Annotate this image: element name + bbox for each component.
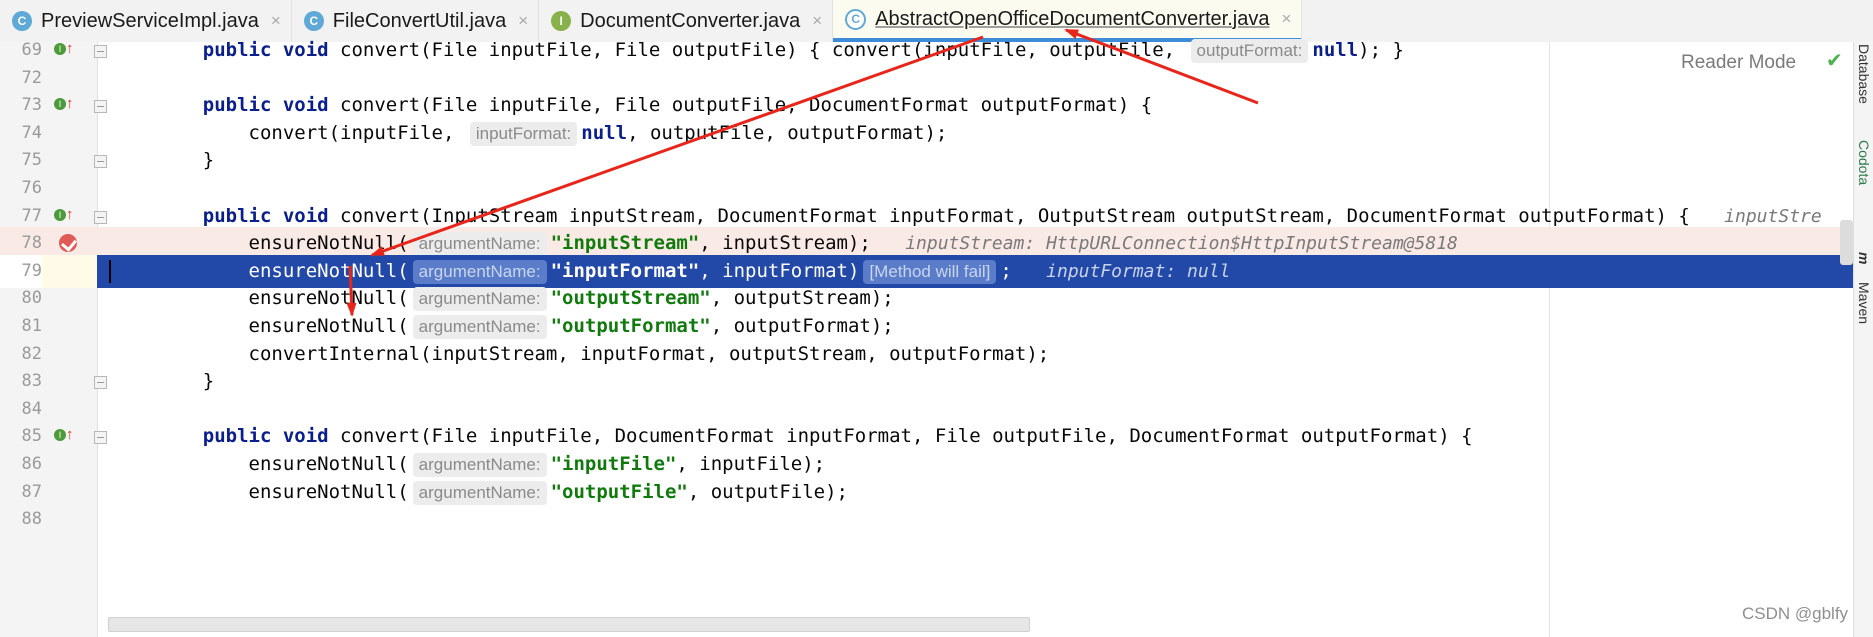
implements-marker-icon[interactable]: I <box>54 98 66 111</box>
keyword: public void <box>202 39 329 61</box>
parameter-hint: [Method will fail] <box>863 259 997 284</box>
code-token: convertInternal(inputStream, inputFormat… <box>157 342 1050 365</box>
reader-mode-button[interactable]: Reader Mode <box>1681 52 1796 74</box>
string-literal: "outputStream" <box>550 287 711 310</box>
horizontal-scrollbar[interactable] <box>108 617 1030 632</box>
code-token: ensureNotNull( <box>157 259 409 282</box>
string-literal: "outputFile" <box>550 480 688 503</box>
overrides-arrow-icon[interactable]: ↑ <box>66 206 74 223</box>
right-tool-window-bar <box>1853 42 1873 637</box>
maven-panel-tab[interactable]: Maven <box>1856 282 1872 324</box>
class-file-icon: C <box>845 8 867 30</box>
code-token: , inputFormat) <box>699 259 860 282</box>
parameter-hint: argumentName: <box>412 315 547 339</box>
code-token: , inputFile); <box>676 453 826 475</box>
implements-marker-icon[interactable]: I <box>54 429 66 442</box>
watermark: CSDN @gblfy <box>1742 604 1849 623</box>
code-token: , outputFile, outputFormat); <box>627 121 948 144</box>
interface-file-icon: I <box>551 11 572 31</box>
implements-marker-icon[interactable]: I <box>54 208 66 221</box>
code-line[interactable]: 88 <box>0 503 1853 536</box>
parameter-hint: argumentName: <box>412 259 547 284</box>
close-tab-icon[interactable]: × <box>518 11 528 31</box>
maven-icon[interactable]: m <box>1856 252 1872 264</box>
string-literal: "outputFormat" <box>550 315 711 337</box>
vertical-scrollbar-thumb[interactable] <box>1840 220 1853 265</box>
line-number: 88 <box>21 509 42 530</box>
string-literal: "inputFormat" <box>550 259 700 282</box>
code-token: } <box>157 149 215 172</box>
implements-marker-icon[interactable]: I <box>54 43 66 55</box>
code-token: convert(File inputFile, DocumentFormat i… <box>328 425 1473 448</box>
debug-inline-value: inputStre <box>1724 205 1822 227</box>
code-token: convert(inputFile, <box>157 121 466 144</box>
code-token: , inputStream); <box>699 232 906 255</box>
code-token: convert(File inputFile, File outputFile,… <box>328 94 1153 117</box>
keyword: null <box>581 121 628 144</box>
keyword: public void <box>202 204 329 227</box>
database-panel-tab[interactable]: Database <box>1856 44 1872 104</box>
class-file-icon: C <box>12 11 32 31</box>
close-tab-icon[interactable]: × <box>812 11 822 31</box>
fold-marker-icon[interactable] <box>94 376 107 390</box>
breakpoint-icon[interactable] <box>59 234 77 253</box>
codota-panel-tab[interactable]: Codota <box>1856 140 1872 185</box>
fold-marker-icon[interactable] <box>94 100 107 114</box>
keyword: public void <box>202 425 329 448</box>
check-icon: ✔ <box>1826 48 1843 72</box>
parameter-hint: argumentName: <box>412 480 547 505</box>
code-token: ensureNotNull( <box>157 315 409 337</box>
close-tab-icon[interactable]: × <box>271 11 281 31</box>
code-token: convert(File inputFile, File outputFile)… <box>328 39 1187 61</box>
code-token: ensureNotNull( <box>157 480 409 503</box>
parameter-hint: argumentName: <box>412 287 547 312</box>
fold-marker-icon[interactable] <box>94 45 107 58</box>
code-token: ensureNotNull( <box>157 232 409 255</box>
fold-marker-icon[interactable] <box>94 431 107 445</box>
keyword: null <box>1312 39 1359 61</box>
string-literal: "inputFile" <box>550 453 677 475</box>
debug-inline-value: inputStream: HttpURLConnection$HttpInput… <box>905 233 1458 255</box>
tab-label: AbstractOpenOfficeDocumentConverter.java <box>875 7 1270 30</box>
text-caret <box>109 259 111 283</box>
code-token: , outputStream); <box>710 287 894 310</box>
code-token: ; <box>1000 259 1047 282</box>
parameter-hint: inputFormat: <box>469 121 578 146</box>
overrides-arrow-icon[interactable]: ↑ <box>66 40 74 57</box>
debug-inline-value: inputFormat: null <box>1046 260 1231 282</box>
code-token: } <box>157 370 215 393</box>
code-token: , outputFile); <box>687 480 848 503</box>
parameter-hint: outputFormat: <box>1190 39 1309 63</box>
tab-label: DocumentConverter.java <box>580 9 801 32</box>
parameter-hint: argumentName: <box>412 453 547 477</box>
code-token: ); } <box>1358 39 1404 61</box>
class-file-icon: C <box>303 11 324 31</box>
code-token: , outputFormat); <box>710 315 894 337</box>
code-token: ensureNotNull( <box>157 453 409 475</box>
string-literal: "inputStream" <box>550 232 700 255</box>
overrides-arrow-icon[interactable]: ↑ <box>66 95 74 112</box>
code-token: ensureNotNull( <box>157 287 409 310</box>
fold-marker-icon[interactable] <box>94 210 107 224</box>
parameter-hint: argumentName: <box>412 232 547 257</box>
tab-label: PreviewServiceImpl.java <box>41 9 259 32</box>
overrides-arrow-icon[interactable]: ↑ <box>66 426 74 443</box>
fold-marker-icon[interactable] <box>94 155 107 169</box>
code-token: convert(InputStream inputStream, Documen… <box>328 204 1725 227</box>
close-tab-icon[interactable]: × <box>1281 9 1291 29</box>
tab-label: FileConvertUtil.java <box>332 9 507 32</box>
keyword: public void <box>202 94 329 117</box>
